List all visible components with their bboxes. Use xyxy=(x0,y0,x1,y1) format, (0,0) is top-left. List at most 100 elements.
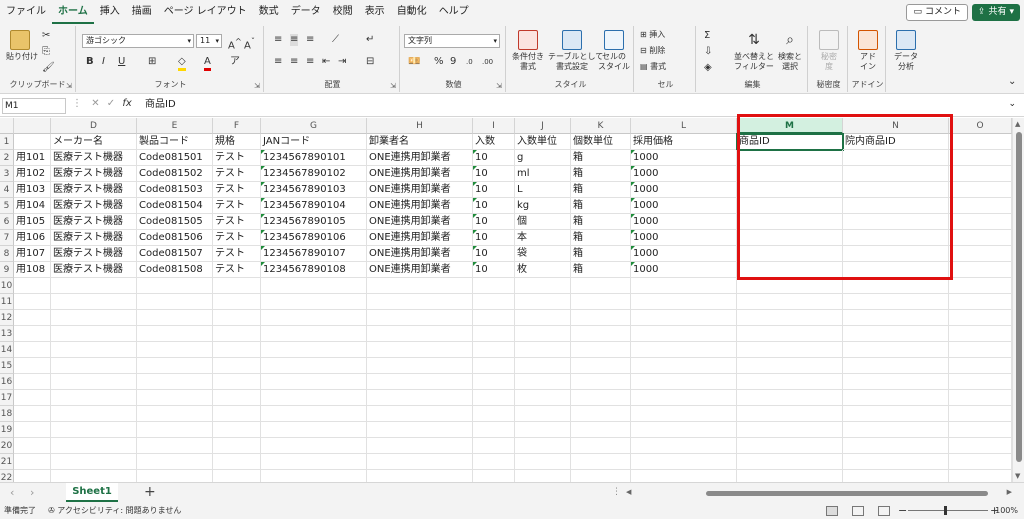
table-cell[interactable]: 用104 xyxy=(14,198,51,214)
decrease-decimal-icon[interactable]: .00 xyxy=(482,56,493,68)
header-cell[interactable] xyxy=(14,134,51,150)
header-cell[interactable]: 規格 xyxy=(213,134,261,150)
table-cell[interactable]: 医療テスト機器 xyxy=(51,262,137,278)
table-cell[interactable]: 医療テスト機器 xyxy=(51,198,137,214)
table-cell[interactable] xyxy=(213,454,261,470)
increase-indent-icon[interactable]: ⇥ xyxy=(338,56,346,68)
table-cell[interactable] xyxy=(515,326,571,342)
table-cell[interactable] xyxy=(473,310,515,326)
table-cell[interactable]: 箱 xyxy=(571,198,631,214)
comment-button[interactable]: ▭ コメント xyxy=(906,4,968,21)
table-cell[interactable] xyxy=(473,390,515,406)
row-header-21[interactable]: 21 xyxy=(0,454,14,470)
menu-item-9[interactable]: 自動化 xyxy=(391,0,433,24)
table-cell[interactable] xyxy=(261,454,367,470)
table-cell[interactable]: kg xyxy=(515,198,571,214)
table-cell[interactable] xyxy=(261,422,367,438)
normal-view-icon[interactable] xyxy=(826,506,838,516)
copy-icon[interactable]: ⎘ xyxy=(42,46,50,58)
menu-item-3[interactable]: 描画 xyxy=(126,0,158,24)
table-cell[interactable] xyxy=(949,326,1012,342)
table-cell[interactable]: 箱 xyxy=(571,182,631,198)
vertical-scrollbar[interactable]: ▲ ▼ xyxy=(1012,118,1024,482)
share-button[interactable]: ⇪ 共有 ▾ xyxy=(971,4,1020,21)
table-cell[interactable] xyxy=(631,374,737,390)
table-cell[interactable] xyxy=(137,342,213,358)
table-cell[interactable] xyxy=(14,326,51,342)
table-cell[interactable] xyxy=(51,470,137,482)
table-cell[interactable] xyxy=(737,150,843,166)
table-cell[interactable] xyxy=(515,358,571,374)
dialog-launcher-icon[interactable]: ⇲ xyxy=(254,82,260,90)
column-header-K[interactable]: K xyxy=(571,118,631,134)
table-cell[interactable] xyxy=(737,358,843,374)
table-cell[interactable] xyxy=(949,166,1012,182)
row-header-17[interactable]: 17 xyxy=(0,390,14,406)
worksheet-grid[interactable]: D E F G H I J K L M N O 1 メーカー名 製品コード 規格 JANコード 卸業者名 入数 入数単… xyxy=(0,118,1012,482)
table-cell[interactable] xyxy=(631,438,737,454)
table-cell[interactable] xyxy=(473,342,515,358)
table-cell[interactable] xyxy=(571,294,631,310)
header-cell[interactable]: 入数単位 xyxy=(515,134,571,150)
table-cell[interactable] xyxy=(261,278,367,294)
table-cell[interactable] xyxy=(14,342,51,358)
table-cell[interactable]: 医療テスト機器 xyxy=(51,182,137,198)
row-header-22[interactable]: 22 xyxy=(0,470,14,482)
table-cell[interactable] xyxy=(137,326,213,342)
table-cell[interactable] xyxy=(14,278,51,294)
table-cell[interactable] xyxy=(137,358,213,374)
table-cell[interactable]: 1000 xyxy=(631,262,737,278)
table-cell[interactable] xyxy=(137,470,213,482)
table-cell[interactable]: 医療テスト機器 xyxy=(51,166,137,182)
table-cell[interactable]: 用101 xyxy=(14,150,51,166)
menu-item-8[interactable]: 表示 xyxy=(359,0,391,24)
formula-input[interactable]: 商品ID xyxy=(145,98,176,112)
table-cell[interactable]: 1000 xyxy=(631,246,737,262)
table-cell[interactable] xyxy=(137,374,213,390)
format-cells-button[interactable]: ▤ 書式 xyxy=(640,62,666,72)
align-middle-icon[interactable]: ≡ xyxy=(290,34,299,46)
table-cell[interactable] xyxy=(949,182,1012,198)
table-cell[interactable] xyxy=(213,406,261,422)
table-cell[interactable]: 医療テスト機器 xyxy=(51,150,137,166)
format-painter-icon[interactable]: 🖌 xyxy=(42,62,55,74)
align-center-icon[interactable]: ≡ xyxy=(290,56,298,68)
header-cell[interactable]: メーカー名 xyxy=(51,134,137,150)
row-header-3[interactable]: 3 xyxy=(0,166,14,182)
menu-item-10[interactable]: ヘルプ xyxy=(433,0,475,24)
table-cell[interactable] xyxy=(949,230,1012,246)
table-cell[interactable] xyxy=(949,438,1012,454)
table-cell[interactable] xyxy=(14,390,51,406)
table-cell[interactable]: 1234567890101 xyxy=(261,150,367,166)
paste-button[interactable]: 貼り付け xyxy=(6,30,38,62)
page-break-view-icon[interactable] xyxy=(878,506,890,516)
table-cell[interactable] xyxy=(515,454,571,470)
expand-formula-icon[interactable]: ⌄ xyxy=(1008,99,1016,109)
zoom-out-icon[interactable]: − xyxy=(898,503,907,519)
table-cell[interactable] xyxy=(949,198,1012,214)
table-cell[interactable] xyxy=(367,374,473,390)
table-cell[interactable] xyxy=(515,374,571,390)
column-header-J[interactable]: J xyxy=(515,118,571,134)
table-cell[interactable] xyxy=(51,342,137,358)
align-right-icon[interactable]: ≡ xyxy=(306,56,314,68)
table-cell[interactable]: テスト xyxy=(213,166,261,182)
table-cell[interactable]: Code081507 xyxy=(137,246,213,262)
table-cell[interactable] xyxy=(737,262,843,278)
header-cell[interactable]: 卸業者名 xyxy=(367,134,473,150)
table-cell[interactable] xyxy=(949,422,1012,438)
table-cell[interactable] xyxy=(737,198,843,214)
table-cell[interactable] xyxy=(261,310,367,326)
row-header-7[interactable]: 7 xyxy=(0,230,14,246)
table-cell[interactable] xyxy=(631,454,737,470)
scroll-left-icon[interactable]: ◀ xyxy=(626,488,631,496)
table-cell[interactable] xyxy=(473,438,515,454)
column-header-O[interactable]: O xyxy=(949,118,1012,134)
table-cell[interactable] xyxy=(843,150,949,166)
table-cell[interactable] xyxy=(51,438,137,454)
row-header-5[interactable]: 5 xyxy=(0,198,14,214)
table-cell[interactable] xyxy=(949,390,1012,406)
header-cell[interactable]: 院内商品ID xyxy=(843,134,949,150)
table-cell[interactable] xyxy=(473,374,515,390)
table-cell[interactable] xyxy=(843,390,949,406)
